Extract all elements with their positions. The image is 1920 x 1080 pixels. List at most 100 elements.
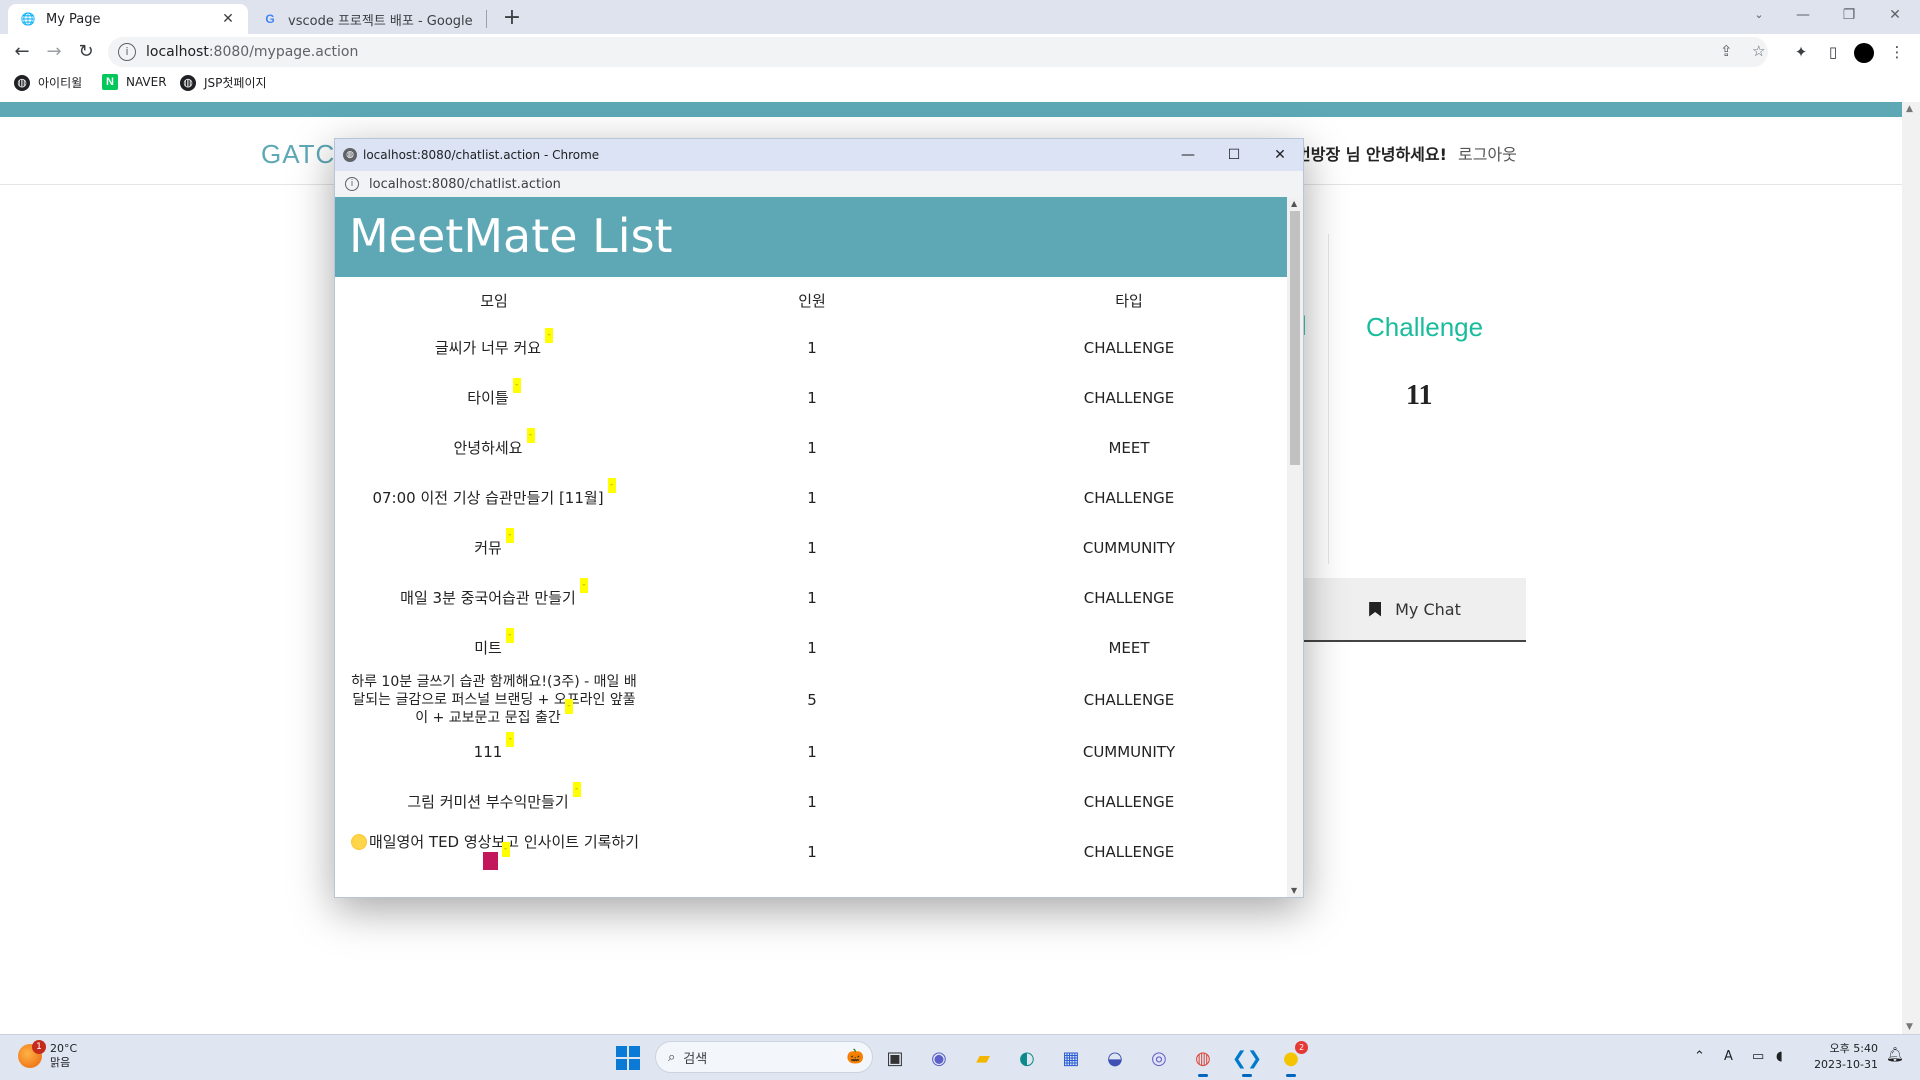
page-scrollbar[interactable]: ▲ ▼ [1902,102,1920,1034]
group-name-cell[interactable]: 매일 3분 중국어습관 만들기- [335,573,653,623]
teams-icon[interactable]: ◉ [924,1043,954,1073]
group-name[interactable]: 하루 10분 글쓰기 습관 함께해요!(3주) - 매일 배달되는 글감으로 퍼… [351,674,637,726]
table-row[interactable]: 미트- 1 MEET [335,623,1287,673]
popup-body: MeetMate List 모임 인원 타입 글씨가 너무 커요- 1 CHAL… [335,197,1287,897]
new-tab-button[interactable]: + [498,5,526,33]
group-name[interactable]: 글씨가 너무 커요 [435,339,541,357]
logout-link[interactable]: 로그아웃 [1458,141,1517,165]
profile-avatar[interactable] [1854,43,1874,63]
column-header-members: 인원 [798,291,826,310]
system-clock[interactable]: 오후 5:40 2023-10-31 [1800,1041,1878,1073]
chat-list-table: 모임 인원 타입 글씨가 너무 커요- 1 CHALLENGE 타이틀- 1 C… [335,277,1287,877]
store-icon[interactable]: ▦ [1056,1043,1086,1073]
minimize-button[interactable]: — [1780,0,1826,30]
group-name-cell[interactable]: 커뮤- [335,523,653,573]
scroll-up-icon[interactable]: ▲ [1291,199,1297,208]
popup-maximize-button[interactable]: ☐ [1211,139,1257,171]
restore-button[interactable]: ❐ [1826,0,1872,30]
table-row[interactable]: 안녕하세요- 1 MEET [335,423,1287,473]
popup-scrollbar[interactable]: ▲ ▼ [1287,197,1303,897]
site-info-icon[interactable]: i [345,177,359,191]
back-button[interactable]: ← [8,38,36,66]
start-button[interactable] [616,1046,640,1070]
new-badge: - [545,328,554,343]
member-count: 1 [807,793,817,811]
group-name-cell[interactable]: 매일영어 TED 영상보고 인사이트 기록하기- [335,827,653,877]
table-row[interactable]: 하루 10분 글쓰기 습관 함께해요!(3주) - 매일 배달되는 글감으로 퍼… [335,673,1287,727]
group-name-cell[interactable]: 글씨가 너무 커요- [335,323,653,373]
group-name-cell[interactable]: 그림 커미션 부수익만들기- [335,777,653,827]
task-view-icon[interactable]: ▣ [880,1043,910,1073]
edge-icon[interactable]: ◐ [1012,1043,1042,1073]
table-row[interactable]: 커뮤- 1 CUMMUNITY [335,523,1287,573]
bookmark-star-icon[interactable]: ☆ [1752,42,1765,60]
close-tab-icon[interactable]: ✕ [220,11,236,27]
scrollbar-thumb[interactable] [1290,211,1300,465]
group-name[interactable]: 안녕하세요 [453,439,522,457]
scroll-down-icon[interactable]: ▼ [1291,886,1297,895]
table-row[interactable]: 그림 커미션 부수익만들기- 1 CHALLENGE [335,777,1287,827]
table-row[interactable]: 타이틀- 1 CHALLENGE [335,373,1287,423]
bookmark-jsp[interactable]: ◍ JSP첫페이지 [180,74,267,91]
table-row[interactable]: 글씨가 너무 커요- 1 CHALLENGE [335,323,1287,373]
close-window-button[interactable]: ✕ [1872,0,1918,30]
group-type: CUMMUNITY [1082,539,1176,557]
bookmark-naver[interactable]: N NAVER [102,74,167,90]
group-name[interactable]: 매일 3분 중국어습관 만들기 [400,589,576,607]
my-chat-button[interactable]: My Chat [1304,578,1526,642]
group-name[interactable]: 커뮤 [474,539,502,557]
group-name-cell[interactable]: 안녕하세요- [335,423,653,473]
popup-titlebar[interactable]: ◍ localhost:8080/chatlist.action - Chrom… [335,139,1303,171]
eclipse-icon[interactable]: ◒ [1100,1043,1130,1073]
tab-google-search[interactable]: G vscode 프로젝트 배포 - Google [250,4,488,34]
weather-widget[interactable]: 1 20°C 맑음 [18,1040,77,1070]
group-name[interactable]: 07:00 이전 기상 습관만들기 [11월] [372,489,603,507]
app-icon[interactable]: ◎ [1144,1043,1174,1073]
forward-button[interactable]: → [40,38,68,66]
tray-chevron-icon[interactable]: ⌃ [1694,1049,1705,1064]
site-info-icon[interactable]: i [118,43,136,61]
display-icon[interactable]: ▭ [1752,1049,1764,1064]
volume-icon[interactable]: ◖ [1776,1049,1783,1064]
site-logo[interactable]: GATC [261,139,335,170]
reload-button[interactable]: ↻ [72,38,100,66]
taskbar-search[interactable]: ⌕ 검색 🎃 [655,1041,873,1073]
popup-minimize-button[interactable]: — [1165,139,1211,171]
member-count: 1 [807,539,817,557]
group-name[interactable]: 그림 커미션 부수익만들기 [407,793,568,811]
my-chat-label: My Chat [1395,599,1461,619]
extensions-icon[interactable]: ✦ [1790,41,1812,63]
table-row[interactable]: 매일 3분 중국어습관 만들기- 1 CHALLENGE [335,573,1287,623]
member-count: 1 [807,589,817,607]
side-panel-icon[interactable]: ▯ [1822,41,1844,63]
group-name-cell[interactable]: 111- [335,727,653,777]
group-name-cell[interactable]: 하루 10분 글쓰기 습관 함께해요!(3주) - 매일 배달되는 글감으로 퍼… [335,673,653,727]
chrome-icon[interactable]: ◍ [1188,1043,1218,1077]
table-row[interactable]: 111- 1 CUMMUNITY [335,727,1287,777]
bookmark-itwill[interactable]: ◍ 아이티윌 [14,74,82,91]
notification-bell-icon[interactable]: 🔔︎ [1886,1047,1904,1063]
scroll-up-icon[interactable]: ▲ [1906,104,1913,114]
address-bar[interactable]: i localhost:8080/mypage.action [108,37,1768,67]
ime-icon[interactable]: A [1724,1049,1733,1064]
table-row[interactable]: 07:00 이전 기상 습관만들기 [11월]- 1 CHALLENGE [335,473,1287,523]
new-badge: - [564,699,573,714]
vscode-icon[interactable]: ❮❯ [1232,1043,1262,1077]
tab-my-page[interactable]: 🌐 My Page ✕ [8,4,248,34]
list-header: MeetMate List [335,197,1287,277]
group-name-cell[interactable]: 미트- [335,623,653,673]
group-name[interactable]: 111 [474,743,503,761]
group-name-cell[interactable]: 07:00 이전 기상 습관만들기 [11월]- [335,473,653,523]
scroll-down-icon[interactable]: ▼ [1906,1022,1913,1032]
file-explorer-icon[interactable]: ▰ [968,1043,998,1073]
menu-icon[interactable]: ⋮ [1886,41,1908,63]
share-icon[interactable]: ⇪ [1720,42,1733,60]
group-name[interactable]: 타이틀 [467,389,508,407]
kakaotalk-icon[interactable]: ● 2 [1276,1041,1308,1077]
popup-close-button[interactable]: ✕ [1257,139,1303,171]
group-name[interactable]: 미트 [474,639,502,657]
tab-title: vscode 프로젝트 배포 - Google [288,13,473,29]
group-name-cell[interactable]: 타이틀- [335,373,653,423]
table-row[interactable]: 매일영어 TED 영상보고 인사이트 기록하기- 1 CHALLENGE [335,827,1287,877]
tab-search-icon[interactable]: ⌄ [1736,0,1782,30]
